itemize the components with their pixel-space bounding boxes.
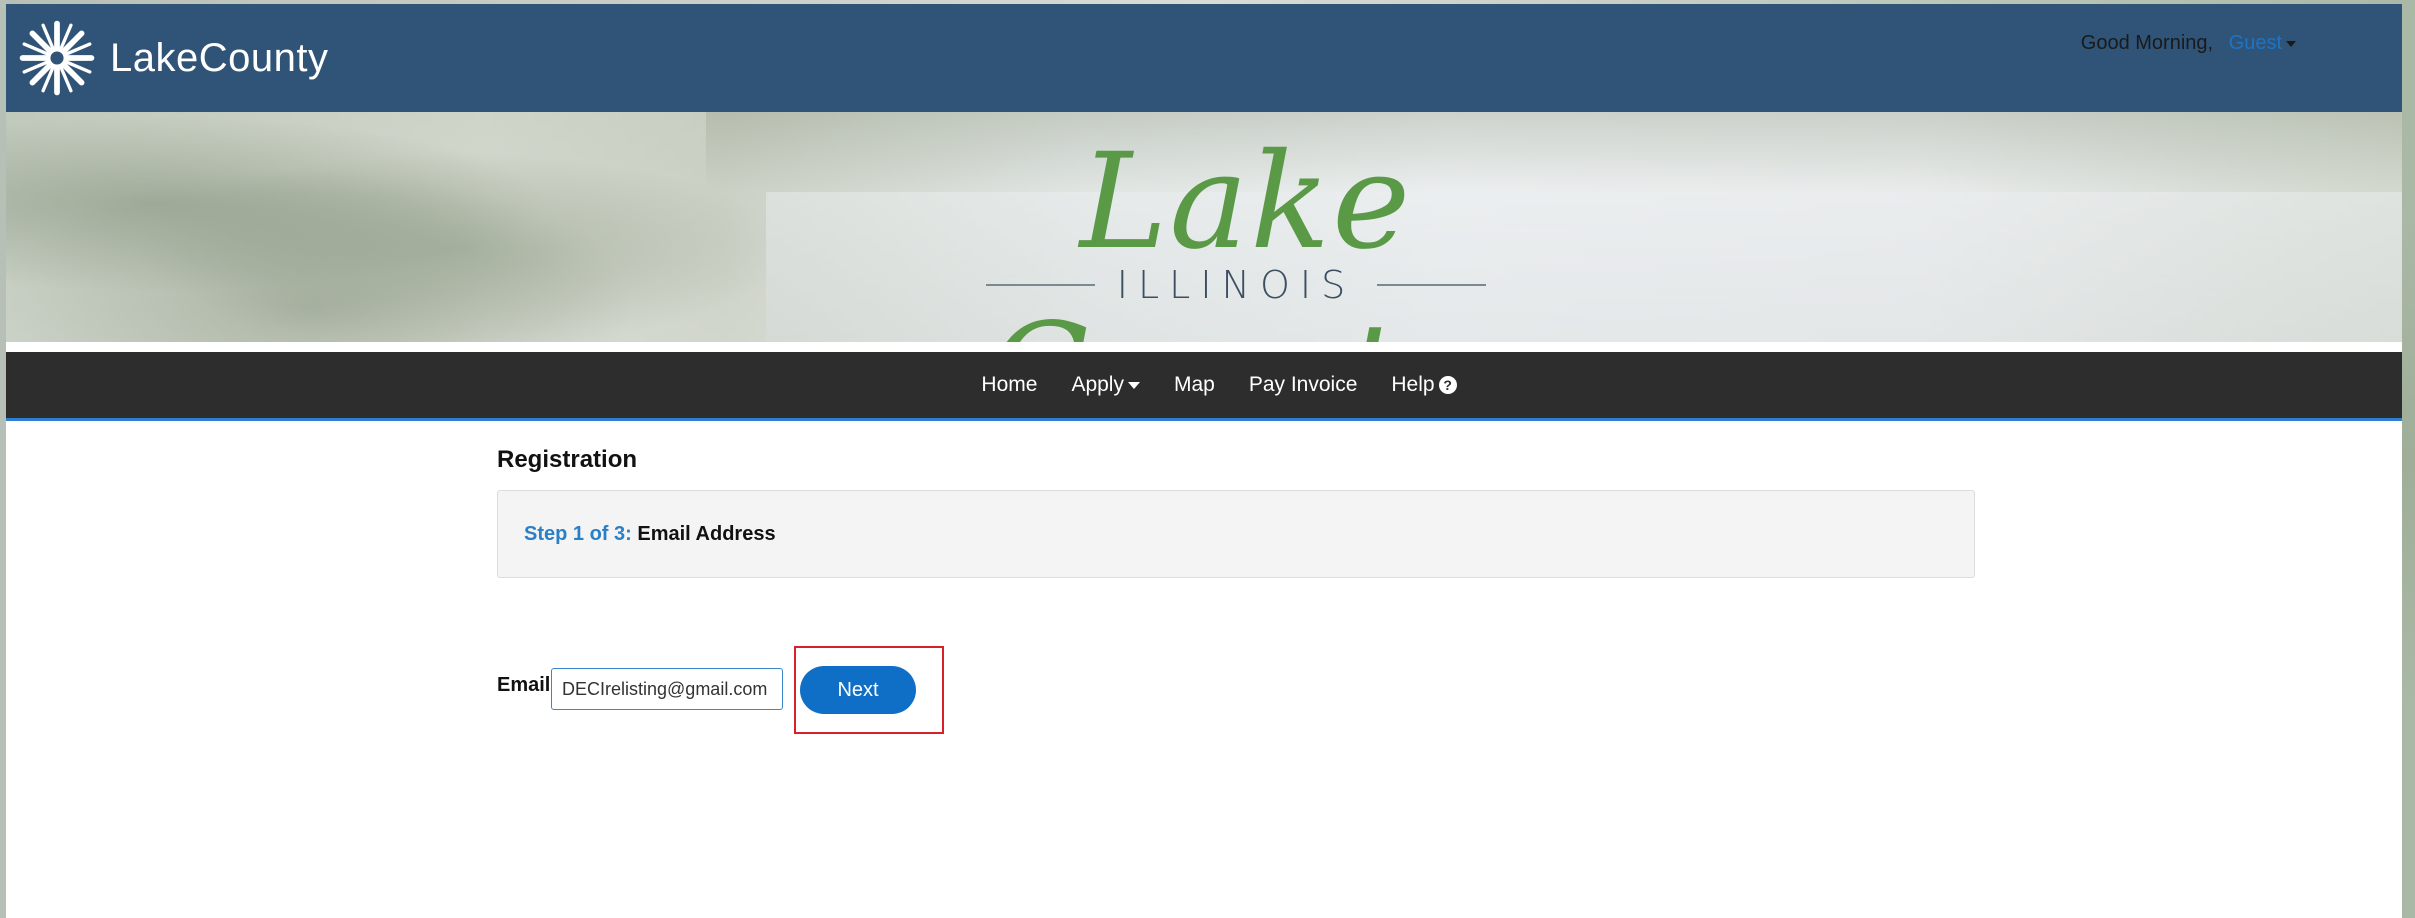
browser-page: LakeCounty Good Morning, Guest Lake Coun… bbox=[6, 4, 2402, 918]
email-label: Email bbox=[497, 674, 551, 696]
step-name: Email Address bbox=[637, 523, 776, 545]
email-field[interactable] bbox=[551, 668, 783, 710]
nav-label: Apply bbox=[1071, 373, 1124, 396]
page-title: Registration bbox=[497, 446, 638, 473]
registration-content: Registration Step 1 of 3: Email Address … bbox=[497, 446, 1977, 734]
nav-apply[interactable]: Apply bbox=[1071, 373, 1140, 397]
main-nav: Home Apply Map Pay Invoice Help? bbox=[6, 352, 2402, 421]
nav-help[interactable]: Help? bbox=[1391, 373, 1457, 397]
nav-label: Map bbox=[1173, 373, 1215, 396]
nav-label: Home bbox=[981, 373, 1038, 396]
snowflake-star-logo-icon bbox=[19, 20, 95, 96]
nav-label: Help bbox=[1391, 373, 1435, 396]
user-menu[interactable]: Guest bbox=[2229, 32, 2296, 54]
next-button[interactable]: Next bbox=[800, 666, 916, 714]
top-header: LakeCounty Good Morning, Guest bbox=[6, 4, 2402, 112]
divider bbox=[986, 284, 1095, 286]
question-circle-icon: ? bbox=[1438, 376, 1457, 394]
banner-trees bbox=[6, 112, 766, 342]
user-name: Guest bbox=[2228, 32, 2282, 54]
greeting-text: Good Morning, bbox=[2080, 32, 2214, 54]
banner-state: ILLINOIS bbox=[1116, 263, 1356, 307]
brand-name: LakeCounty bbox=[110, 35, 329, 80]
user-greeting: Good Morning, Guest bbox=[2081, 32, 2296, 55]
nav-pay-invoice[interactable]: Pay Invoice bbox=[1249, 373, 1358, 397]
step-indicator: Step 1 of 3: Email Address bbox=[497, 490, 1975, 578]
banner-subtitle: ILLINOIS bbox=[986, 260, 1486, 310]
caret-down-icon bbox=[1127, 381, 1140, 389]
step-number: Step 1 of 3: bbox=[524, 523, 632, 545]
nav-label: Pay Invoice bbox=[1248, 373, 1358, 396]
caret-down-icon bbox=[2286, 40, 2296, 47]
nav-map[interactable]: Map bbox=[1174, 373, 1215, 397]
hero-banner: Lake County, ILLINOIS bbox=[6, 112, 2402, 342]
lakecounty-logo[interactable]: LakeCounty bbox=[16, 16, 328, 100]
nav-home[interactable]: Home bbox=[981, 373, 1037, 397]
divider bbox=[1377, 284, 1486, 286]
